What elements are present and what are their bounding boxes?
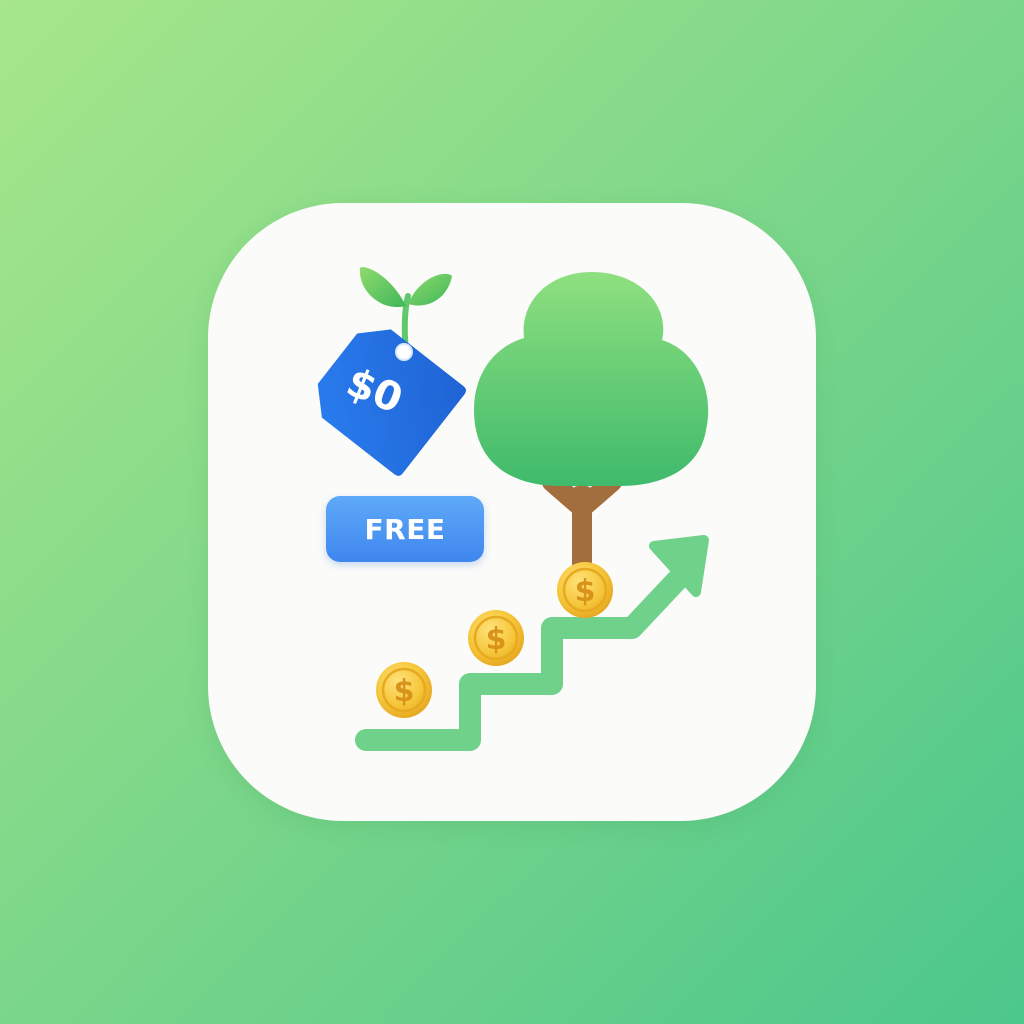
coin-symbol: $	[394, 674, 415, 709]
illustration: $0 $ $ $	[317, 267, 709, 751]
coin-icon: $	[468, 610, 524, 666]
coin-icon: $	[376, 662, 432, 718]
free-label: FREE	[364, 512, 446, 546]
coin-symbol: $	[486, 622, 507, 657]
free-badge: FREE	[326, 496, 484, 562]
coin-symbol: $	[575, 574, 596, 609]
coin-icon: $	[557, 562, 613, 618]
tree-icon	[474, 272, 709, 582]
